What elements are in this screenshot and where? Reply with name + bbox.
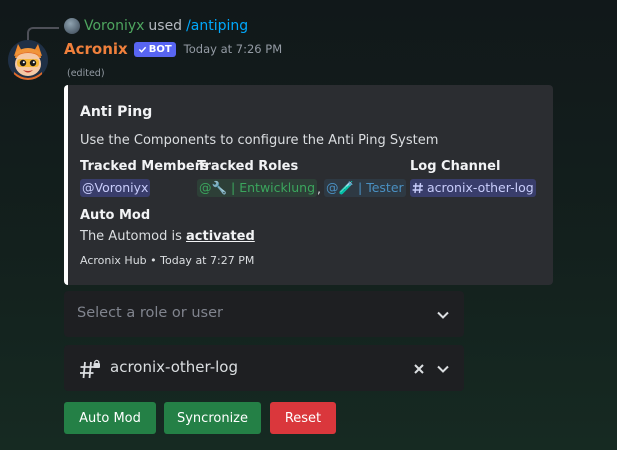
channel-mention-label: acronix-other-log [427,180,534,195]
automod-prefix: The Automod is [80,229,187,244]
role-mention-entwicklung[interactable]: @🔧 | Entwicklung [197,179,318,197]
embed-title: Anti Ping [80,104,153,120]
chevron-down-icon[interactable] [436,308,450,322]
reply-avatar[interactable] [64,18,80,34]
reply-action: used [148,18,183,34]
avatar[interactable] [8,40,48,80]
channel-select[interactable]: acronix-other-log [64,345,464,391]
automod-button[interactable]: Auto Mod [64,402,156,434]
field-value-automod: The Automod is activated [80,229,255,244]
field-value-log-channel: acronix-other-log [410,179,536,197]
field-value-tracked-roles: @🔧 | Entwicklung , @🧪 | Tester [197,179,406,197]
reply-command[interactable]: /antiping [186,18,248,34]
bot-badge-label: BOT [148,43,172,55]
automod-status: activated [186,229,255,244]
member-mention[interactable]: @Voroniyx [80,179,151,197]
role-user-select-placeholder: Select a role or user [77,305,223,321]
role-user-select[interactable]: Select a role or user [64,291,464,337]
field-name-tracked-members: Tracked Members [80,159,209,174]
embed-footer: Acronix Hub • Today at 7:27 PM [80,254,255,267]
edited-label: (edited) [67,68,105,79]
message-timestamp[interactable]: Today at 7:26 PM [184,42,282,56]
syncronize-button[interactable]: Syncronize [164,402,261,434]
reply-reference[interactable]: Voroniyx used /antiping [64,18,248,34]
field-name-automod: Auto Mod [80,208,151,223]
author-name[interactable]: Acronix [64,40,128,58]
acronix-avatar-icon [8,40,48,80]
field-name-tracked-roles: Tracked Roles [197,159,299,174]
channel-select-value: acronix-other-log [110,358,238,376]
chevron-down-icon[interactable] [436,362,450,376]
field-value-tracked-members: @Voroniyx [80,179,151,197]
embed-description: Use the Components to configure the Anti… [80,133,439,148]
message-header: Acronix BOT Today at 7:26 PM [64,40,282,58]
channel-hash-icon [412,182,423,194]
bot-badge: BOT [133,41,176,57]
locked-channel-hash-icon [80,359,100,379]
clear-icon[interactable] [412,362,426,376]
embed: Anti Ping Use the Components to configur… [64,85,553,285]
role-mention-tester[interactable]: @🧪 | Tester [324,179,406,197]
reset-button[interactable]: Reset [270,402,336,434]
channel-mention[interactable]: acronix-other-log [410,179,536,197]
role-separator: , [317,180,321,196]
field-name-log-channel: Log Channel [410,159,501,174]
verified-check-icon [138,46,146,53]
reply-username[interactable]: Voroniyx [84,18,144,34]
